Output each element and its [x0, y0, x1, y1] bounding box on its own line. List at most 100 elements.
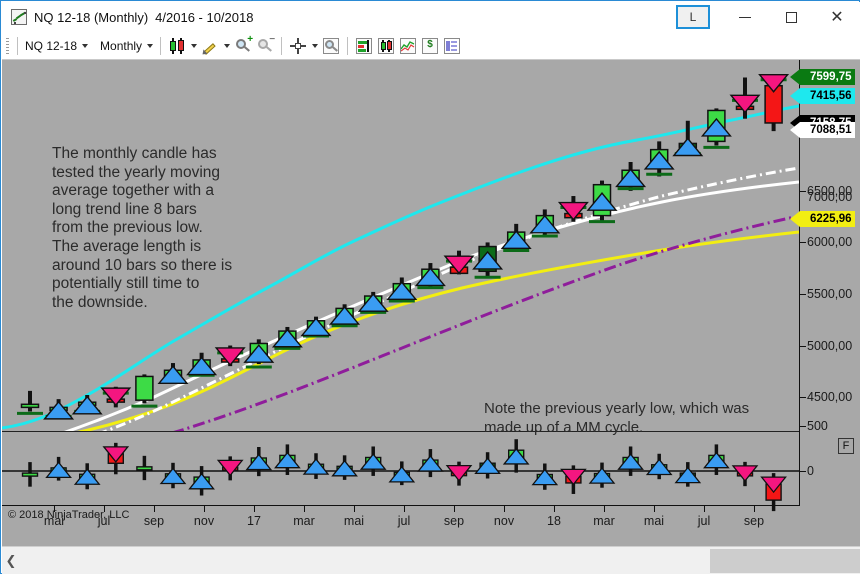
price-tag-ma2[interactable]: 7088,51	[790, 122, 855, 139]
sub-marker-up-triangle	[588, 467, 616, 484]
sub-marker-up-triangle	[359, 453, 387, 470]
toolbar-separator	[347, 36, 349, 55]
layout-button[interactable]: L	[676, 5, 710, 29]
chart-note-secondary[interactable]: Note the previous yearly low, which was …	[484, 399, 749, 437]
date-tick	[654, 506, 655, 512]
zoom-out-button[interactable]: −	[254, 34, 276, 57]
crosshair-icon	[289, 37, 307, 55]
scroll-left-button[interactable]: ❮	[2, 548, 20, 574]
drawing-tools-dropdown[interactable]	[221, 35, 232, 57]
sub-marker-up-triangle	[703, 451, 730, 469]
interval-selector[interactable]: Monthly	[98, 39, 155, 53]
sub-candle-body	[136, 466, 153, 471]
interval-selector-label: Monthly	[100, 38, 143, 53]
chart-note-main[interactable]: The monthly candle has tested the yearly…	[52, 145, 232, 312]
sub-marker-up-triangle	[674, 466, 702, 484]
horizontal-scrollbar[interactable]: ❮ ❯	[2, 546, 860, 574]
title-bar: NQ 12-18 (Monthly) 4/2016 - 10/2018 L ✕	[2, 2, 860, 32]
marker-up-triangle	[700, 117, 732, 137]
date-tick-label: 17	[247, 514, 261, 528]
sub-marker-down-triangle	[102, 446, 130, 463]
date-tick	[254, 506, 255, 512]
sub-marker-up-triangle	[617, 453, 644, 470]
ninjatrader-chart-window: NQ 12-18 (Monthly) 4/2016 - 10/2018 L ✕ N…	[0, 0, 860, 574]
indicators-icon	[377, 37, 395, 55]
price-tick	[800, 242, 806, 244]
date-tick	[604, 506, 605, 512]
price-tag-arrow	[790, 69, 800, 86]
price-tag-label: 7088,51	[810, 124, 852, 137]
price-tag-label: 7415,56	[810, 90, 852, 103]
price-axis[interactable]: 6500,00 6000,00 5500,00 5000,00 4500,00 7599…	[790, 60, 860, 506]
properties-button[interactable]	[441, 35, 463, 57]
date-tick-label: mai	[643, 514, 665, 528]
properties-icon	[443, 37, 461, 55]
chevron-down-icon	[190, 43, 197, 48]
minimize-icon	[739, 16, 751, 18]
strategies-button[interactable]	[397, 35, 419, 57]
chevron-down-icon	[223, 43, 230, 48]
marker-up-triangle	[186, 356, 218, 376]
crosshair-button[interactable]	[287, 35, 309, 57]
date-axis[interactable]: mai jul sep nov 17 mar mai jul sep nov 18 mar mai jul…	[2, 506, 800, 546]
chart-style-button[interactable]	[166, 35, 188, 57]
order-bars-button[interactable]	[353, 35, 375, 57]
fit-button[interactable]: F	[838, 438, 854, 454]
date-tick	[304, 506, 305, 512]
toolbar-grip[interactable]	[6, 37, 9, 54]
price-tag-high[interactable]: 7599,75	[790, 69, 855, 86]
indicators-button[interactable]	[375, 35, 397, 57]
date-tick-label: nov	[493, 514, 515, 528]
sub-marker-up-triangle	[531, 468, 559, 486]
toolbar-separator	[17, 36, 18, 55]
date-tick-label: mar	[293, 514, 315, 528]
line-chart-icon	[399, 37, 417, 55]
marker-up-triangle	[271, 328, 303, 348]
price-tick	[800, 345, 806, 347]
minimize-button[interactable]	[722, 2, 768, 32]
price-tag-ma3[interactable]: 6225,96	[790, 211, 855, 228]
toolbar-separator	[160, 36, 162, 55]
marker-up-triangle	[615, 168, 647, 188]
price-tag-ma[interactable]: 7415,56	[790, 88, 855, 105]
sub-marker-down-triangle	[216, 459, 244, 477]
price-tag-label: 6225,96	[810, 213, 852, 226]
scroll-track[interactable]	[20, 547, 860, 574]
sub-marker-up-triangle	[274, 451, 301, 469]
marker-down-triangle	[214, 347, 246, 367]
date-tick-label: sep	[143, 514, 165, 528]
data-box-button[interactable]	[320, 35, 342, 57]
instrument-selector[interactable]: NQ 12-18	[23, 39, 90, 53]
marker-down-triangle	[443, 255, 475, 275]
close-icon: ✕	[830, 9, 844, 26]
chart-area[interactable]: The monthly candle has tested the yearly…	[2, 60, 860, 546]
sub-marker-up-triangle	[502, 447, 530, 465]
drawing-tools-button[interactable]	[199, 35, 221, 57]
pnl-button[interactable]: $	[419, 35, 441, 57]
zoom-in-button[interactable]: +	[232, 34, 254, 57]
price-tick	[800, 293, 806, 295]
date-tick	[454, 506, 455, 512]
date-tick-label: jul	[397, 514, 411, 528]
crosshair-dropdown[interactable]	[309, 35, 320, 57]
date-tick-label: nov	[193, 514, 215, 528]
sub-marker-up-triangle	[645, 458, 673, 476]
marker-up-triangle	[157, 365, 189, 385]
candle-body	[135, 375, 154, 401]
sub-marker-down-triangle	[731, 465, 759, 482]
sub-marker-up-triangle	[188, 472, 215, 490]
sub-marker-up-triangle	[474, 457, 501, 474]
window-title: NQ 12-18 (Monthly) 4/2016 - 10/2018	[34, 10, 253, 25]
window-controls: L ✕	[676, 2, 860, 32]
sub-candle-body	[21, 472, 39, 477]
price-tick-label: 6000,00	[807, 235, 853, 250]
chart-style-dropdown[interactable]	[188, 35, 199, 57]
maximize-button[interactable]	[768, 2, 814, 32]
price-tick-label: 4500,00	[807, 390, 853, 405]
scroll-thumb[interactable]	[710, 548, 860, 573]
marker-up-triangle	[243, 344, 275, 363]
marker-up-triangle	[414, 267, 446, 287]
sub-marker-up-triangle	[245, 453, 273, 471]
close-button[interactable]: ✕	[814, 2, 860, 32]
sub-marker-down-triangle	[760, 476, 787, 494]
